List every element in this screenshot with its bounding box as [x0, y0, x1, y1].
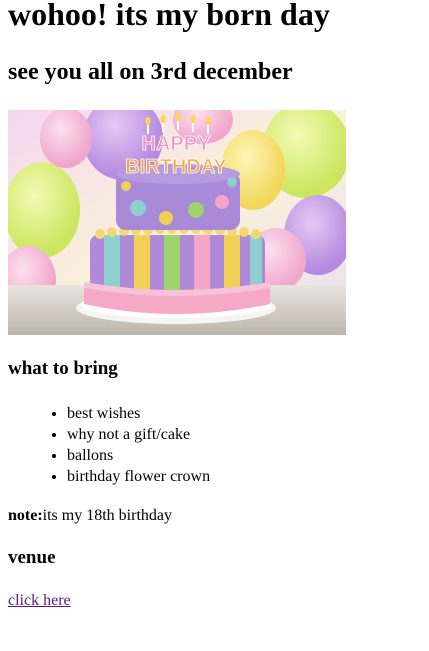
note-text: its my 18th birthday [42, 507, 172, 524]
list-item: birthday flower crown [67, 466, 421, 487]
list-item: ballons [67, 445, 421, 466]
birthday-cake-image: HAPPY BIRTHDAY [8, 110, 346, 335]
note-label: note: [8, 507, 43, 524]
page-subtitle: see you all on 3rd december [8, 59, 293, 85]
note-paragraph: note:its my 18th birthday [8, 506, 421, 526]
bring-list: best wishes why not a gift/cake ballons … [8, 403, 421, 487]
list-item: why not a gift/cake [67, 424, 421, 445]
list-item: best wishes [67, 403, 421, 424]
bring-heading: what to bring [8, 358, 118, 379]
page: wohoo! its my born day see you all on 3r… [0, 0, 429, 610]
banner-text-birthday: BIRTHDAY [125, 156, 227, 178]
venue-heading: venue [8, 547, 56, 568]
banner-text-happy: HAPPY [142, 133, 212, 155]
page-title: wohoo! its my born day [8, 0, 330, 32]
venue-link[interactable]: click here [8, 592, 71, 610]
